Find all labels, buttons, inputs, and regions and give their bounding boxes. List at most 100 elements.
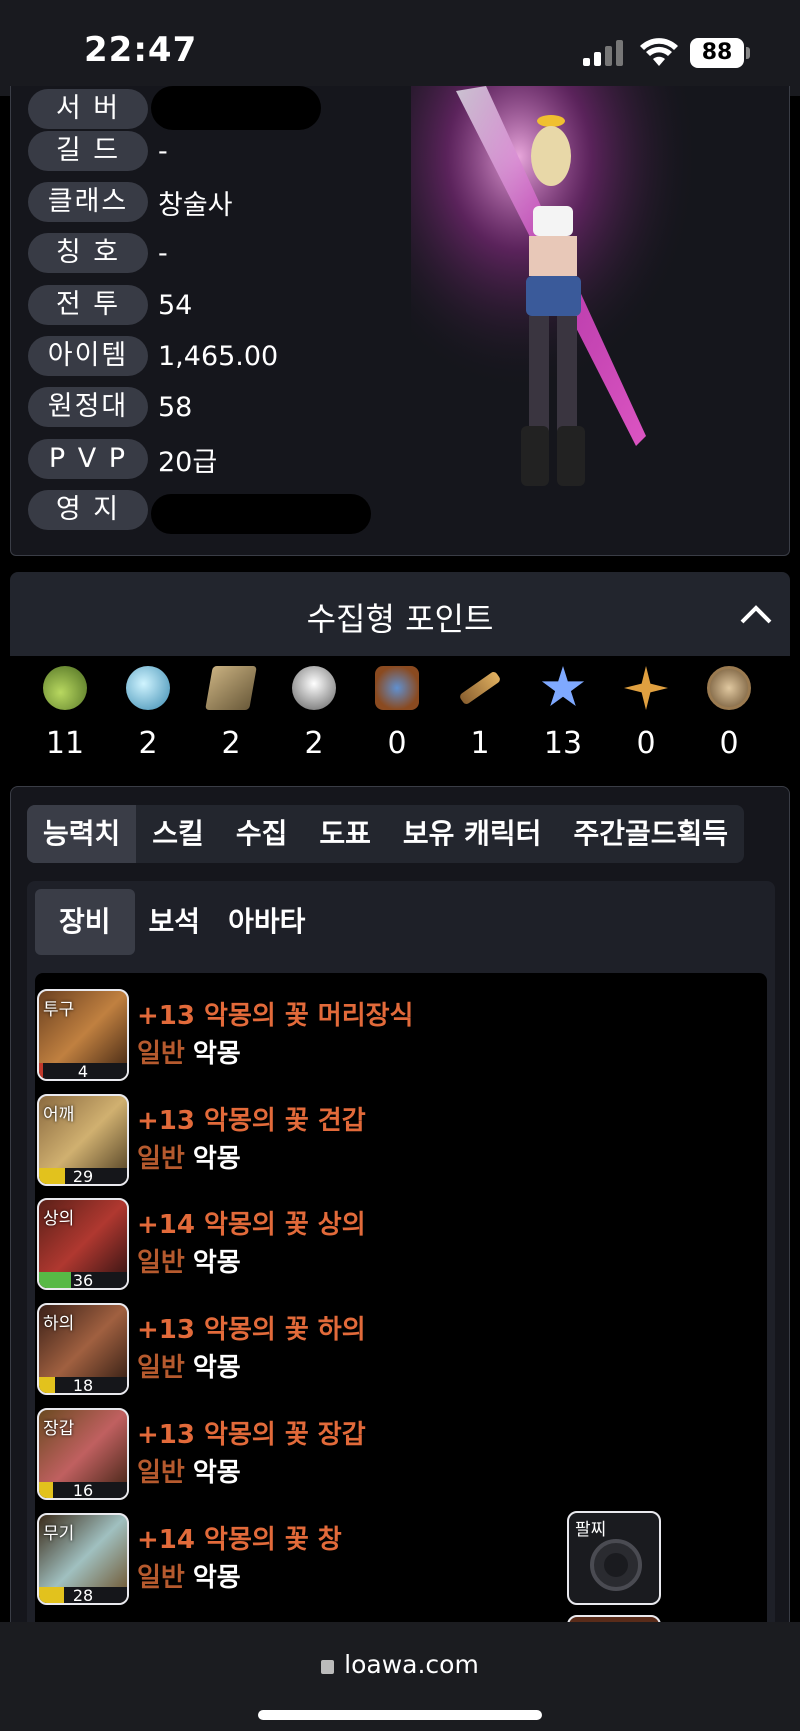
coin-icon [707, 666, 751, 710]
collectible-item[interactable]: 2 [196, 666, 266, 761]
set-text: 악몽 [192, 1563, 241, 1593]
collectible-count: 0 [636, 726, 656, 761]
collectible-item[interactable]: 11 [30, 666, 100, 761]
collectible-item[interactable]: 0 [694, 666, 764, 761]
equipment-list: 투구 4 +13 악몽의 꽃 머리장식 일반 악몽 어깨 29 +13 악몽의 꽃… [35, 973, 767, 1731]
grade-text: 일반 [137, 1144, 185, 1174]
telescope-icon [458, 670, 502, 706]
home-indicator[interactable] [258, 1710, 542, 1720]
lock-icon [321, 1660, 335, 1674]
orb-icon [126, 666, 170, 710]
estate-label: 영 지 [28, 490, 148, 530]
collectible-item[interactable]: 13 [528, 666, 598, 761]
server-label: 서 버 [28, 89, 148, 129]
info-row-pvp: P V P 20급 [28, 438, 217, 480]
equipment-name: +14 악몽의 꽃 상의 [137, 1210, 366, 1240]
title-label: 칭 호 [28, 233, 148, 273]
collectible-count: 2 [138, 726, 158, 761]
set-text: 악몽 [192, 1248, 241, 1278]
collectible-count: 0 [719, 726, 739, 761]
giant-heart-icon [292, 666, 336, 710]
subtab-equipment[interactable]: 장비 [35, 889, 135, 955]
ignea-token-icon [375, 666, 419, 710]
compass-star-icon [624, 666, 668, 710]
tab-skills[interactable]: 스킬 [136, 805, 220, 863]
equipment-slot-label: 장갑 [43, 1419, 75, 1439]
collectible-item[interactable]: 2 [113, 666, 183, 761]
map-icon [205, 666, 257, 710]
battery-tip [746, 47, 750, 59]
equipment-slot-label: 투구 [43, 1000, 75, 1020]
tab-charts[interactable]: 도표 [303, 805, 387, 863]
set-text: 악몽 [192, 1353, 241, 1383]
combat-value: 54 [158, 289, 193, 321]
collectibles-title: 수집형 포인트 [306, 600, 494, 638]
collectible-count: 13 [543, 726, 583, 761]
collectible-count: 0 [387, 726, 407, 761]
subtab-avatar[interactable]: 아바타 [214, 889, 319, 955]
equipment-slot-label: 상의 [43, 1209, 75, 1229]
character-profile: 서 버 길 드 - 클래스 창술사 칭 호 - 전 투 54 아이템 1,465… [10, 86, 790, 556]
item-level-value: 1,465.00 [158, 340, 279, 372]
tab-weekly-gold[interactable]: 주간골드획득 [557, 805, 744, 863]
grade-text: 일반 [137, 1458, 185, 1488]
class-label: 클래스 [28, 182, 148, 222]
redaction-mark [151, 494, 371, 534]
stats-panel: 장비 보석 아바타 투구 4 +13 악몽의 꽃 머리장식 일반 악몽 어깨 29 [27, 881, 775, 1731]
info-row-server: 서 버 [28, 88, 158, 130]
battery-icon: 88 [690, 38, 744, 68]
info-row-title: 칭 호 - [28, 232, 168, 274]
tab-characters[interactable]: 보유 캐릭터 [387, 805, 558, 863]
equipment-row[interactable]: 하의 18 +13 악몽의 꽃 하의 일반 악몽 [35, 1301, 767, 1397]
quality-value: 16 [72, 1481, 94, 1500]
tab-stats[interactable]: 능력치 [27, 805, 137, 863]
equipment-row[interactable]: 장갑 16 +13 악몽의 꽃 장갑 일반 악몽 [35, 1406, 767, 1502]
collectible-item[interactable]: 0 [611, 666, 681, 761]
equipment-row[interactable]: 상의 36 +14 악몽의 꽃 상의 일반 악몽 [35, 1196, 767, 1292]
equipment-grade: 일반 악몽 [137, 1138, 241, 1175]
equipment-grade: 일반 악몽 [137, 1033, 241, 1070]
chevron-up-icon[interactable] [738, 598, 774, 628]
equipment-row[interactable]: 어깨 29 +13 악몽의 꽃 견갑 일반 악몽 [35, 1092, 767, 1188]
expedition-label: 원정대 [28, 387, 148, 427]
collectible-count: 2 [221, 726, 241, 761]
bracelet-icon [590, 1539, 642, 1591]
grade-text: 일반 [137, 1039, 185, 1069]
pvp-label: P V P [28, 439, 148, 479]
browser-address-bar[interactable]: loawa.com [0, 1622, 800, 1731]
info-row-class: 클래스 창술사 [28, 181, 233, 223]
collectible-count: 2 [304, 726, 324, 761]
equipment-row[interactable]: 투구 4 +13 악몽의 꽃 머리장식 일반 악몽 [35, 987, 767, 1083]
grade-text: 일반 [137, 1248, 185, 1278]
collectible-item[interactable]: 1 [445, 666, 515, 761]
set-text: 악몽 [192, 1458, 241, 1488]
equipment-slot-label: 어깨 [43, 1105, 75, 1125]
sub-tabs: 장비 보석 아바타 [35, 889, 319, 955]
info-row-item-level: 아이템 1,465.00 [28, 335, 278, 377]
pants-icon: 하의 18 [37, 1303, 129, 1395]
collectible-count: 11 [45, 726, 85, 761]
subtab-gems[interactable]: 보석 [135, 889, 215, 955]
collectible-count: 1 [470, 726, 490, 761]
status-time: 22:47 [84, 30, 198, 70]
equipment-grade: 일반 악몽 [137, 1242, 241, 1279]
collectible-item[interactable]: 2 [279, 666, 349, 761]
url-text: loawa.com [344, 1650, 479, 1679]
url-display[interactable]: loawa.com [0, 1650, 800, 1679]
main-tabs: 능력치 스킬 수집 도표 보유 캐릭터 주간골드획득 [27, 805, 744, 863]
island-heart-icon [43, 666, 87, 710]
quality-value: 18 [72, 1376, 94, 1395]
quality-value: 4 [77, 1062, 89, 1081]
bracelet-slot[interactable]: 팔찌 [567, 1511, 661, 1605]
guild-label: 길 드 [28, 131, 148, 171]
quality-value: 29 [72, 1167, 94, 1186]
collectibles-header[interactable]: 수집형 포인트 [10, 572, 790, 656]
redaction-mark [151, 86, 321, 130]
tab-collection[interactable]: 수집 [220, 805, 304, 863]
grade-text: 일반 [137, 1563, 185, 1593]
equipment-slot-label: 하의 [43, 1314, 75, 1334]
guild-value: - [158, 135, 168, 167]
title-value: - [158, 237, 168, 269]
equipment-name: +13 악몽의 꽃 머리장식 [137, 1001, 414, 1031]
collectible-item[interactable]: 0 [362, 666, 432, 761]
